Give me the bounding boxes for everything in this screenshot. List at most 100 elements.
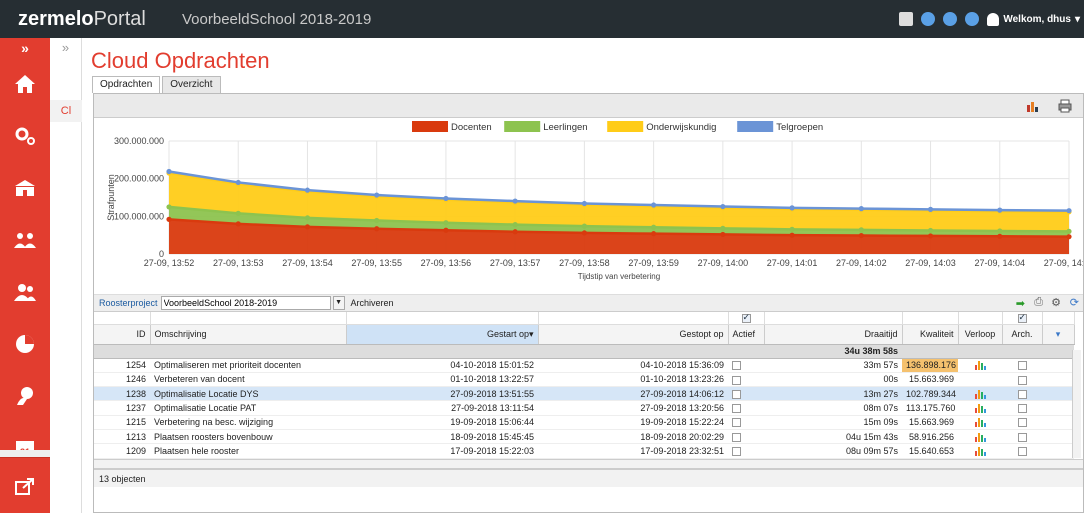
data-point (235, 179, 241, 186)
expand-sidebar-icon[interactable]: » (0, 38, 50, 58)
export-icon[interactable] (0, 457, 50, 513)
col-actief[interactable]: Actief (728, 324, 765, 345)
actief-checkbox[interactable] (732, 404, 741, 414)
cell-gestart: 01-10-2018 13:22:57 (346, 372, 538, 388)
cell-draaitijd: 13m 27s (764, 386, 902, 402)
arch-checkbox[interactable] (1017, 432, 1027, 442)
trend-chart-icon[interactable] (974, 432, 986, 442)
actief-checkbox[interactable] (732, 432, 741, 442)
arch-checkbox[interactable] (1017, 389, 1027, 399)
table-row[interactable]: 1246 Verbeteren van docent 01-10-2018 13:2… (94, 372, 1074, 388)
col-omschrijving[interactable]: Omschrijving (150, 324, 347, 345)
filter-gestopt[interactable] (538, 312, 729, 325)
x-tick-label: 27-09, 13:56 (421, 258, 472, 268)
collapse-icon[interactable]: » (50, 40, 81, 55)
tab-opdrachten[interactable]: Opdrachten (92, 76, 161, 93)
people-icon[interactable] (0, 214, 50, 266)
filter-arch-checkbox[interactable] (1017, 312, 1027, 323)
data-point (1066, 208, 1072, 214)
archive-label[interactable]: Archiveren (351, 298, 394, 308)
monitor-icon[interactable] (899, 12, 914, 26)
table-row[interactable]: 1209 Plaatsen hele rooster 17-09-2018 15:2… (94, 443, 1074, 459)
chat-icon[interactable] (943, 12, 958, 26)
brand-logo[interactable]: zermeloPortal (0, 8, 180, 31)
data-point (581, 223, 587, 229)
user-icon (987, 12, 1000, 26)
chevron-down-icon[interactable]: ▼ (332, 296, 345, 310)
x-tick-label: 27-09, 14:01 (767, 258, 818, 268)
export-arrow-icon[interactable]: ➡ (1016, 297, 1025, 310)
object-count: 13 objecten (94, 468, 1083, 487)
filter-actief-checkbox[interactable] (741, 312, 751, 323)
cell-gestart: 18-09-2018 15:45:45 (346, 429, 538, 445)
trend-chart-icon[interactable] (974, 361, 986, 371)
help-icon[interactable] (965, 12, 980, 26)
filter-omschrijving[interactable] (150, 312, 347, 325)
tab-overzicht[interactable]: Overzicht (162, 76, 221, 93)
arch-checkbox[interactable] (1017, 361, 1027, 371)
data-point (720, 231, 726, 238)
table-row[interactable]: 1237 Optimalisatie Locatie PAT 27-09-2018 … (94, 400, 1074, 416)
settings-icon[interactable] (0, 110, 50, 162)
table-row[interactable]: 1238 Optimalisatie Locatie DYS 27-09-2018 … (94, 386, 1074, 402)
data-point (997, 233, 1003, 239)
arch-checkbox[interactable] (1017, 404, 1027, 414)
vertical-scrollbar[interactable] (1072, 350, 1081, 458)
actief-checkbox[interactable] (732, 389, 741, 399)
gear-icon[interactable]: ⚙ (1051, 296, 1061, 309)
col-gestopt[interactable]: Gestopt op (538, 324, 729, 345)
cell-id: 1237 (94, 400, 150, 416)
col-id[interactable]: ID (94, 324, 151, 345)
sidebar-item-cl[interactable]: Cl (50, 100, 82, 122)
home-icon[interactable] (0, 58, 50, 110)
cell-draaitijd: 08u 09m 57s (764, 443, 902, 459)
cell-kwaliteit: 136.898.176 (902, 358, 958, 373)
col-verloop[interactable]: Verloop (958, 324, 1003, 345)
horizontal-scrollbar[interactable] (94, 458, 1083, 469)
print-icon[interactable]: ⎙ (1034, 296, 1043, 309)
actief-checkbox[interactable] (732, 446, 741, 456)
pie-chart-icon[interactable] (0, 318, 50, 370)
trend-chart-icon[interactable] (974, 389, 986, 399)
arch-checkbox[interactable] (1017, 418, 1027, 428)
table-row[interactable]: 1213 Plaatsen roosters bovenbouw 18-09-201… (94, 429, 1074, 445)
table-row[interactable]: 1215 Verbetering na besc. wijziging 19-09-… (94, 415, 1074, 430)
cell-omschrijving: Optimaliseren met prioriteit docenten (150, 358, 346, 373)
filter-gestart[interactable] (346, 312, 539, 325)
data-point (858, 227, 864, 233)
user-menu[interactable]: Welkom, dhus ▾ (987, 12, 1080, 26)
cell-verloop (958, 415, 1002, 430)
actief-checkbox[interactable] (732, 361, 741, 371)
col-gestart[interactable]: Gestart op▾ (346, 324, 539, 345)
users-icon[interactable] (0, 266, 50, 318)
col-draaitijd[interactable]: Draaitijd (764, 324, 903, 345)
print-icon[interactable] (1058, 99, 1072, 113)
refresh-icon[interactable]: ⟳ (1070, 296, 1079, 309)
col-arch[interactable]: Arch. (1002, 324, 1043, 345)
project-select[interactable]: VoorbeeldSchool 2018-2019 (160, 296, 331, 310)
data-point (927, 227, 934, 234)
trend-chart-icon[interactable] (974, 418, 986, 428)
data-point (235, 221, 241, 227)
data-point (304, 187, 311, 193)
trend-chart-icon[interactable] (974, 404, 986, 414)
column-menu-icon[interactable]: ▾ (1042, 324, 1075, 345)
actief-checkbox[interactable] (732, 375, 741, 385)
trend-chart-icon[interactable] (974, 446, 986, 456)
arch-checkbox[interactable] (1017, 446, 1027, 456)
col-kwaliteit[interactable]: Kwaliteit (902, 324, 959, 345)
cell-id: 1238 (94, 386, 150, 402)
table-row[interactable]: 1254 Optimaliseren met prioriteit docente… (94, 358, 1074, 373)
support-icon[interactable] (0, 370, 50, 422)
cell-kwaliteit: 58.916.256 (902, 429, 958, 445)
cell-kwaliteit: 113.175.760 (902, 400, 958, 416)
legend-swatch-leerlingen (504, 121, 541, 132)
refresh-icon[interactable] (921, 12, 936, 26)
data-point (304, 215, 311, 221)
data-point (858, 206, 864, 212)
actief-checkbox[interactable] (732, 418, 741, 428)
school-icon[interactable] (0, 162, 50, 214)
cell-gestart: 17-09-2018 15:22:03 (346, 443, 538, 459)
arch-checkbox[interactable] (1017, 375, 1027, 385)
chart-export-icon[interactable] (1026, 99, 1040, 113)
